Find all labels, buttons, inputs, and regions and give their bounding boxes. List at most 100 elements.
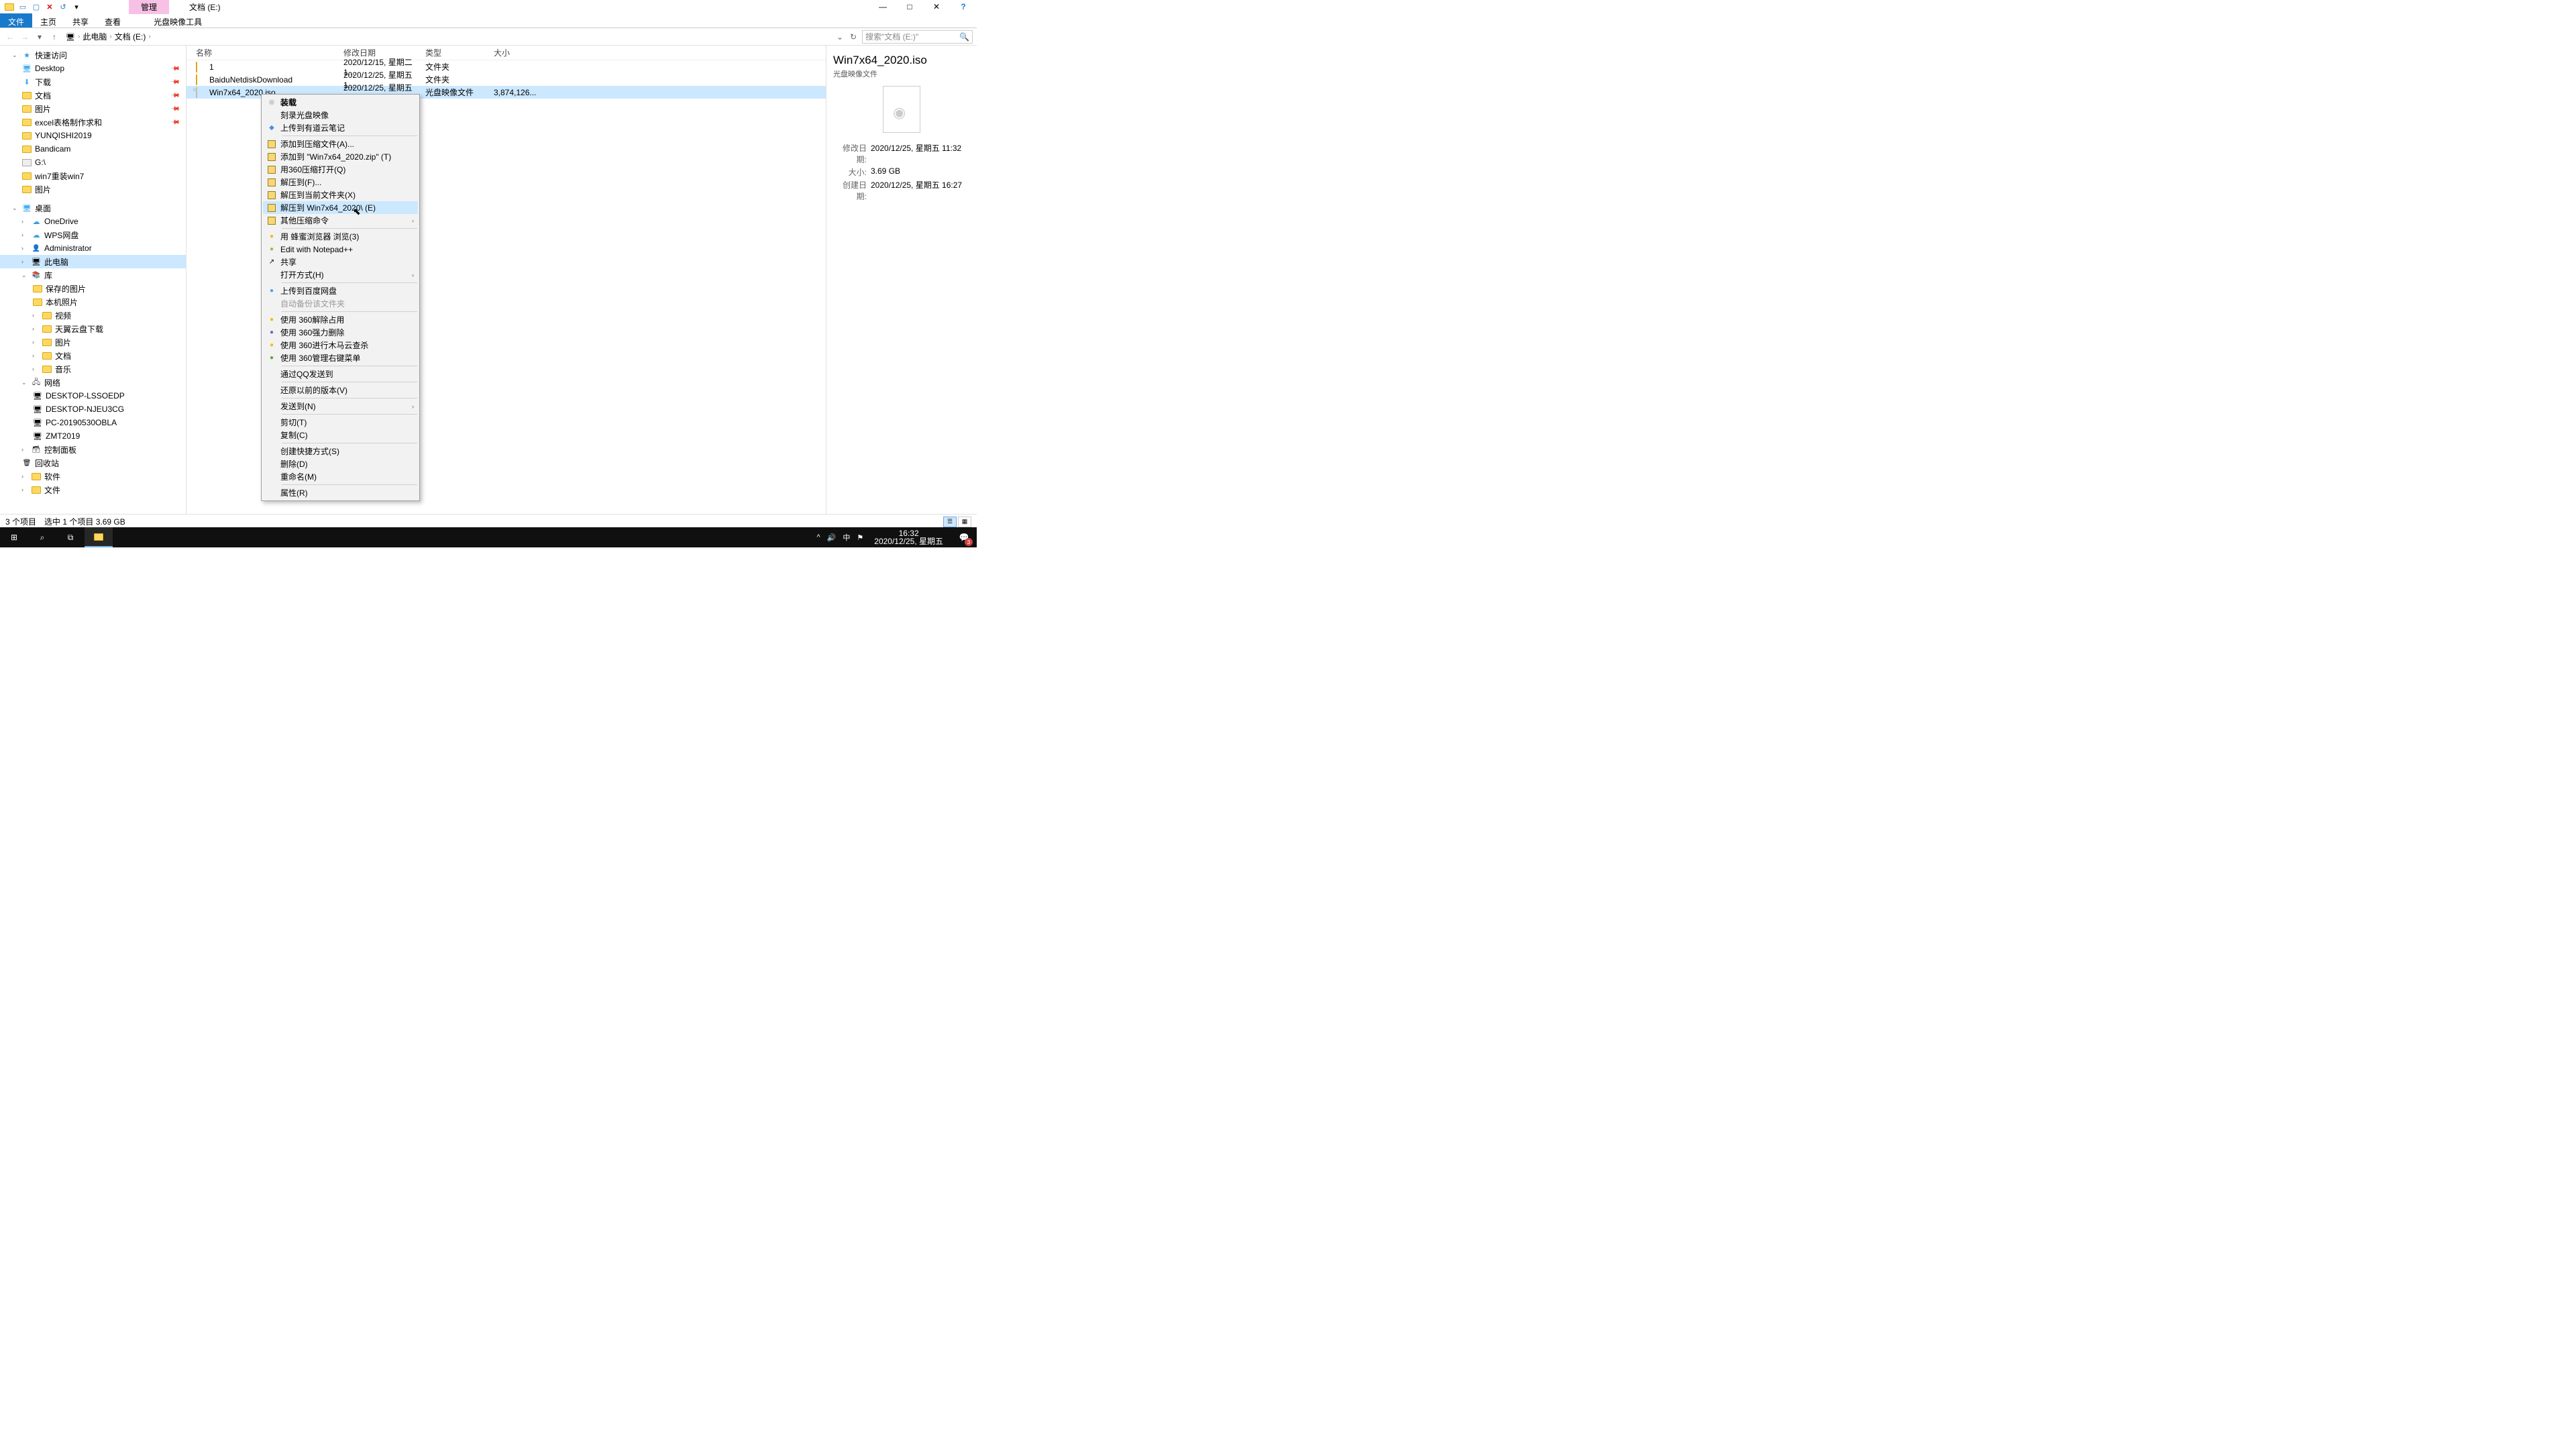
ctx-share[interactable]: 共享 — [263, 256, 418, 268]
ctx-notepadpp[interactable]: Edit with Notepad++ — [263, 243, 418, 256]
search-button[interactable]: ⌕ — [28, 527, 56, 547]
chevron-icon[interactable]: › — [78, 33, 80, 40]
ribbon-file[interactable]: 文件 — [0, 13, 32, 28]
details-view-button[interactable]: ☰ — [943, 517, 957, 527]
ctx-extract[interactable]: 解压到(F)... — [263, 176, 418, 189]
tree-videos[interactable]: ›视频 — [0, 309, 186, 322]
tree-win7[interactable]: win7重装win7 — [0, 169, 186, 182]
start-button[interactable]: ⊞ — [0, 527, 28, 547]
ribbon-view[interactable]: 查看 — [97, 13, 129, 28]
explorer-taskbar-button[interactable] — [85, 527, 113, 547]
clock[interactable]: 16:32 2020/12/25, 星期五 — [870, 529, 947, 545]
ctx-create-shortcut[interactable]: 创建快捷方式(S) — [263, 445, 418, 458]
ctx-baidu-upload[interactable]: 上传到百度网盘 — [263, 284, 418, 297]
tree-control-panel[interactable]: ›控制面板 — [0, 443, 186, 456]
notification-center[interactable]: 💬3 — [954, 527, 974, 547]
tree-pic3[interactable]: ›图片 — [0, 335, 186, 349]
up-button[interactable]: ↑ — [48, 31, 60, 43]
crumb-folder[interactable]: 文档 (E:) — [115, 31, 146, 42]
ctx-open-360zip[interactable]: 用360压缩打开(Q) — [263, 163, 418, 176]
ribbon-disc-tools[interactable]: 光盘映像工具 — [146, 13, 210, 28]
ctx-burn[interactable]: 刻录光盘映像 — [263, 109, 418, 121]
tree-desktop-root[interactable]: ⌄桌面 — [0, 201, 186, 215]
tree-yunqishi[interactable]: YUNQISHI2019 — [0, 129, 186, 142]
ctx-extract-to[interactable]: 解压到 Win7x64_2020\ (E) — [263, 201, 418, 214]
ctx-bee-browser[interactable]: 用 蜂蜜浏览器 浏览(3) — [263, 230, 418, 243]
qat-newfolder-icon[interactable]: ▢ — [31, 1, 42, 12]
ribbon-share[interactable]: 共享 — [64, 13, 97, 28]
ctx-properties[interactable]: 属性(R) — [263, 486, 418, 499]
ctx-360-manage-menu[interactable]: 使用 360管理右键菜单 — [263, 352, 418, 364]
minimize-button[interactable]: — — [869, 0, 896, 13]
ctx-restore-previous[interactable]: 还原以前的版本(V) — [263, 384, 418, 396]
forward-button[interactable]: → — [19, 31, 31, 43]
ribbon-home[interactable]: 主页 — [32, 13, 64, 28]
tree-libraries[interactable]: ⌄库 — [0, 268, 186, 282]
col-size[interactable]: 大小 — [494, 47, 534, 58]
tree-admin[interactable]: ›Administrator — [0, 241, 186, 255]
ctx-360-force-delete[interactable]: 使用 360强力删除 — [263, 326, 418, 339]
tray-chevron-icon[interactable]: ^ — [817, 533, 820, 541]
tree-desktop[interactable]: Desktop📌 — [0, 62, 186, 75]
icons-view-button[interactable]: ▦ — [958, 517, 971, 527]
tree-downloads[interactable]: 下载📌 — [0, 75, 186, 89]
chevron-icon[interactable]: › — [148, 33, 150, 40]
qat-delete-icon[interactable]: ✕ — [44, 1, 55, 12]
ctx-rename[interactable]: 重命名(M) — [263, 470, 418, 483]
tree-saved-pics[interactable]: 保存的图片 — [0, 282, 186, 295]
tree-quick-access[interactable]: ⌄快速访问 — [0, 48, 186, 62]
tree-recycle-bin[interactable]: 回收站 — [0, 456, 186, 470]
volume-icon[interactable]: 🔊 — [827, 533, 837, 542]
tree-net-pc2[interactable]: DESKTOP-NJEU3CG — [0, 402, 186, 416]
tree-this-pc[interactable]: ›此电脑 — [0, 255, 186, 268]
tree-documents[interactable]: 文档📌 — [0, 89, 186, 102]
tree-wps[interactable]: ›WPS网盘 — [0, 228, 186, 241]
maximize-button[interactable]: □ — [896, 0, 923, 13]
tree-tianyi[interactable]: ›天翼云盘下载 — [0, 322, 186, 335]
col-type[interactable]: 类型 — [425, 47, 494, 58]
ctx-other-compress[interactable]: 其他压缩命令› — [263, 214, 418, 227]
tree-excel[interactable]: excel表格制作求和📌 — [0, 115, 186, 129]
refresh-button[interactable]: ↻ — [847, 31, 859, 43]
tree-music[interactable]: ›音乐 — [0, 362, 186, 376]
chevron-icon[interactable]: › — [109, 33, 111, 40]
tree-net-pc4[interactable]: ZMT2019 — [0, 429, 186, 443]
ime-indicator[interactable]: 中 — [843, 532, 850, 543]
tree-software[interactable]: ›软件 — [0, 470, 186, 483]
ctx-copy[interactable]: 复制(C) — [263, 429, 418, 441]
tree-files[interactable]: ›文件 — [0, 483, 186, 496]
close-button[interactable]: ✕ — [923, 0, 950, 13]
file-row[interactable]: BaiduNetdiskDownload 2020/12/25, 星期五 1..… — [186, 73, 826, 86]
ctx-qq-send[interactable]: 通过QQ发送到 — [263, 368, 418, 380]
ctx-youdao[interactable]: 上传到有道云笔记 — [263, 121, 418, 134]
recent-dropdown[interactable]: ▾ — [34, 31, 46, 43]
crumb-pc[interactable]: 此电脑 — [83, 31, 107, 42]
ctx-cut[interactable]: 剪切(T) — [263, 416, 418, 429]
ctx-send-to[interactable]: 发送到(N)› — [263, 400, 418, 413]
tree-bandicam[interactable]: Bandicam — [0, 142, 186, 156]
qat-properties-icon[interactable]: ▭ — [17, 1, 28, 12]
ctx-360-virus-scan[interactable]: 使用 360进行木马云查杀 — [263, 339, 418, 352]
tree-doc3[interactable]: ›文档 — [0, 349, 186, 362]
help-button[interactable]: ? — [950, 0, 977, 13]
tree-network[interactable]: ⌄网络 — [0, 376, 186, 389]
tree-local-pics[interactable]: 本机照片 — [0, 295, 186, 309]
ctx-add-archive[interactable]: 添加到压缩文件(A)... — [263, 138, 418, 150]
ctx-mount[interactable]: 装载 — [263, 96, 418, 109]
qat-dropdown-icon[interactable]: ▾ — [71, 1, 82, 12]
ctx-add-zip[interactable]: 添加到 "Win7x64_2020.zip" (T) — [263, 150, 418, 163]
qat-undo-icon[interactable]: ↺ — [58, 1, 68, 12]
file-row[interactable]: 1 2020/12/15, 星期二 1... 文件夹 — [186, 60, 826, 73]
search-box[interactable]: 搜索"文档 (E:)" 🔍 — [862, 30, 973, 44]
col-name[interactable]: 名称 — [196, 47, 343, 58]
dropdown-icon[interactable]: ⌄ — [834, 31, 846, 43]
ctx-extract-here[interactable]: 解压到当前文件夹(X) — [263, 189, 418, 201]
ctx-open-with[interactable]: 打开方式(H)› — [263, 268, 418, 281]
tree-pictures2[interactable]: 图片 — [0, 182, 186, 196]
tree-onedrive[interactable]: ›OneDrive — [0, 215, 186, 228]
tree-net-pc3[interactable]: PC-20190530OBLA — [0, 416, 186, 429]
back-button[interactable]: ← — [4, 31, 16, 43]
security-icon[interactable]: ⚑ — [857, 533, 863, 542]
tree-net-pc1[interactable]: DESKTOP-LSSOEDP — [0, 389, 186, 402]
tree-g[interactable]: G:\ — [0, 156, 186, 169]
